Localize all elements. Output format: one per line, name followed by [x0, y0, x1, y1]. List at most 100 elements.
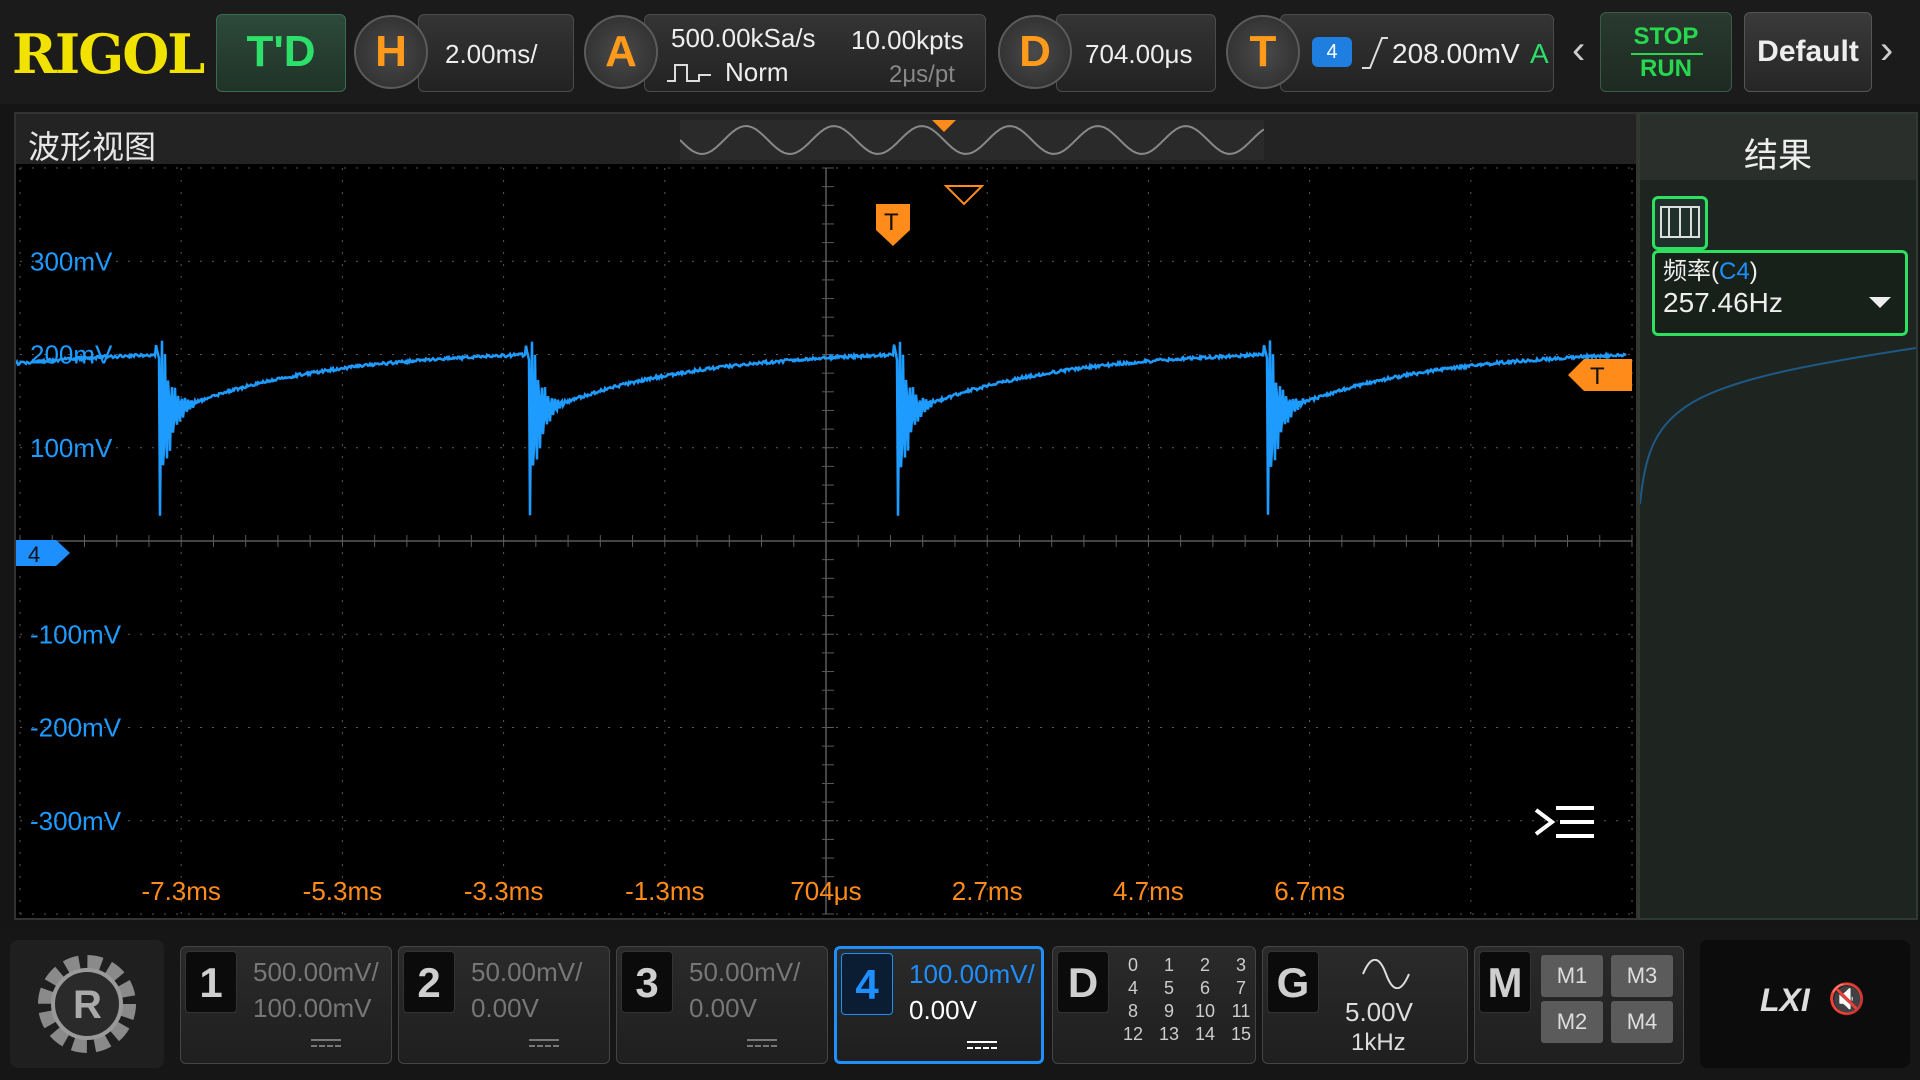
- channel-4-button[interactable]: 4 100.00mV/ 0.00V: [834, 946, 1044, 1064]
- channel-4-marker[interactable]: 4: [16, 540, 70, 567]
- channel-3-offset: 0.00V: [689, 993, 757, 1024]
- channel-2-scale: 50.00mV/: [471, 957, 582, 988]
- acquire-key-button[interactable]: A: [584, 15, 658, 89]
- waveform-grid: 300mV 200mV 100mV -100mV -200mV -300mV -7.3ms…: [16, 164, 1636, 918]
- results-panel: 结果 频率(C4) 257.46Hz: [1638, 112, 1918, 920]
- x-axis-label: 6.7ms: [1274, 876, 1345, 906]
- channel-1-scale: 500.00mV/: [253, 957, 379, 988]
- trigger-sweep-mode: A: [1530, 38, 1549, 70]
- trigger-key-button[interactable]: T: [1226, 15, 1300, 89]
- speaker-muted-icon[interactable]: 🔇: [1828, 982, 1865, 1017]
- math-m2-button[interactable]: M2: [1541, 1001, 1603, 1043]
- acquire-field[interactable]: 500.00kSa/s 10.00kpts Norm 2μs/pt: [644, 14, 986, 92]
- math-m4-button[interactable]: M4: [1611, 1001, 1673, 1043]
- math-key: M: [1479, 951, 1531, 1013]
- mode-button[interactable]: T'D: [216, 14, 346, 92]
- coupling-icon: [747, 1039, 777, 1047]
- gear-icon: R: [10, 940, 164, 1068]
- trigger-source-badge: 4: [1312, 37, 1352, 67]
- y-axis-label: 100mV: [30, 433, 113, 463]
- measurement-source: C4: [1719, 258, 1750, 285]
- frequency-measurement-card[interactable]: 频率(C4) 257.46Hz: [1652, 250, 1908, 336]
- digital-bits-grid: 0 1 2 3 4 5 6 7 8 9 10 11 12 13 14 15: [1115, 955, 1259, 1045]
- digital-bit-label: 11: [1223, 1001, 1259, 1022]
- digital-bit-label: 14: [1187, 1024, 1223, 1045]
- stop-label: STOP: [1601, 23, 1731, 51]
- channel-2-button[interactable]: 2 50.00mV/ 0.00V: [398, 946, 610, 1064]
- svg-text:4: 4: [28, 542, 40, 567]
- x-axis-label: 2.7ms: [952, 876, 1023, 906]
- horizontal-timebase-field[interactable]: 2.00ms/: [418, 14, 574, 92]
- default-label: Default: [1745, 35, 1871, 69]
- x-axis-label: -3.3ms: [464, 876, 543, 906]
- channel-2-number: 2: [403, 951, 455, 1013]
- measurement-value: 257.46Hz: [1663, 287, 1783, 319]
- run-label: RUN: [1601, 55, 1731, 83]
- chevron-right-icon[interactable]: ›: [1880, 28, 1893, 73]
- sample-rate: 500.00kSa/s: [671, 23, 816, 54]
- digital-bit-label: 15: [1223, 1024, 1259, 1045]
- digital-bit-label: 13: [1151, 1024, 1187, 1045]
- svg-text:T: T: [884, 209, 899, 236]
- digital-bit-label: 8: [1115, 1001, 1151, 1022]
- results-header: 结果: [1640, 114, 1916, 180]
- chevron-left-icon[interactable]: ‹: [1572, 28, 1585, 73]
- waveform-view[interactable]: 波形视图 300mV 200mV 100mV -100mV -200mV -300mV -…: [14, 112, 1638, 920]
- channel-3-scale: 50.00mV/: [689, 957, 800, 988]
- digital-bit-label: 2: [1187, 955, 1223, 976]
- delay-position-marker: [946, 186, 982, 204]
- generator-key: G: [1267, 951, 1319, 1013]
- lxi-status[interactable]: LXI 🔇: [1700, 940, 1910, 1068]
- x-axis-label: -5.3ms: [303, 876, 382, 906]
- x-axis-label: -7.3ms: [141, 876, 220, 906]
- results-title: 结果: [1640, 128, 1916, 177]
- bottom-toolbar: R 1 500.00mV/ 100.00mV 2 50.00mV/ 0.00V …: [0, 928, 1920, 1080]
- generator-frequency: 1kHz: [1351, 1029, 1406, 1057]
- collapse-menu-icon[interactable]: [1536, 808, 1594, 836]
- channel-1-offset: 100.00mV: [253, 993, 372, 1024]
- delay-value: 704.00μs: [1085, 39, 1193, 70]
- channel-3-number: 3: [621, 951, 673, 1013]
- digital-bit-label: 1: [1151, 955, 1187, 976]
- delay-field[interactable]: 704.00μs: [1056, 14, 1216, 92]
- channel-2-offset: 0.00V: [471, 993, 539, 1024]
- trigger-position-marker[interactable]: T: [876, 204, 910, 246]
- digital-bit-label: 7: [1223, 978, 1259, 999]
- channel-4-trace: [16, 340, 1626, 515]
- digital-bit-label: 3: [1223, 955, 1259, 976]
- channel-4-scale: 100.00mV/: [909, 959, 1035, 990]
- delay-key-button[interactable]: D: [998, 15, 1072, 89]
- top-toolbar: RIGOL T'D 2.00ms/ H 500.00kSa/s 10.00kpt…: [0, 0, 1920, 104]
- math-m1-button[interactable]: M1: [1541, 955, 1603, 997]
- default-button[interactable]: Default: [1744, 12, 1872, 92]
- digital-channels-button[interactable]: D 0 1 2 3 4 5 6 7 8 9 10 11 12 13 14 15: [1052, 946, 1256, 1064]
- lxi-label: LXI: [1760, 982, 1810, 1019]
- math-button[interactable]: M M1 M3 M2 M4: [1474, 946, 1684, 1064]
- digital-bit-label: 12: [1115, 1024, 1151, 1045]
- home-gear-button[interactable]: R: [10, 940, 164, 1068]
- coupling-icon: [529, 1039, 559, 1047]
- generator-button[interactable]: G 5.00V 1kHz: [1262, 946, 1468, 1064]
- channel-4-number: 4: [841, 953, 893, 1015]
- horizontal-key-button[interactable]: H: [354, 15, 428, 89]
- timebase-value: 2.00ms/: [445, 39, 538, 70]
- sine-wave-icon: [1361, 959, 1411, 989]
- channel-1-button[interactable]: 1 500.00mV/ 100.00mV: [180, 946, 392, 1064]
- measurement-icon[interactable]: [1652, 196, 1708, 250]
- stop-run-button[interactable]: STOP RUN: [1600, 12, 1732, 92]
- x-axis-label: 704μs: [790, 876, 861, 906]
- oscilloscope-screen: RIGOL T'D 2.00ms/ H 500.00kSa/s 10.00kpt…: [0, 0, 1920, 1080]
- trigger-level-marker[interactable]: T: [1568, 359, 1632, 391]
- channel-3-button[interactable]: 3 50.00mV/ 0.00V: [616, 946, 828, 1064]
- mode-label: T'D: [217, 27, 345, 77]
- y-axis-label: -200mV: [30, 713, 122, 743]
- math-m3-button[interactable]: M3: [1611, 955, 1673, 997]
- memory-overview-bar[interactable]: [680, 120, 1264, 160]
- digital-bit-label: 5: [1151, 978, 1187, 999]
- waveform-title: 波形视图: [28, 122, 156, 168]
- chevron-down-icon[interactable]: [1869, 297, 1891, 308]
- digital-bit-label: 6: [1187, 978, 1223, 999]
- svg-text:T: T: [1590, 363, 1605, 390]
- y-axis-label: -100mV: [30, 619, 122, 649]
- time-resolution: 2μs/pt: [889, 61, 955, 89]
